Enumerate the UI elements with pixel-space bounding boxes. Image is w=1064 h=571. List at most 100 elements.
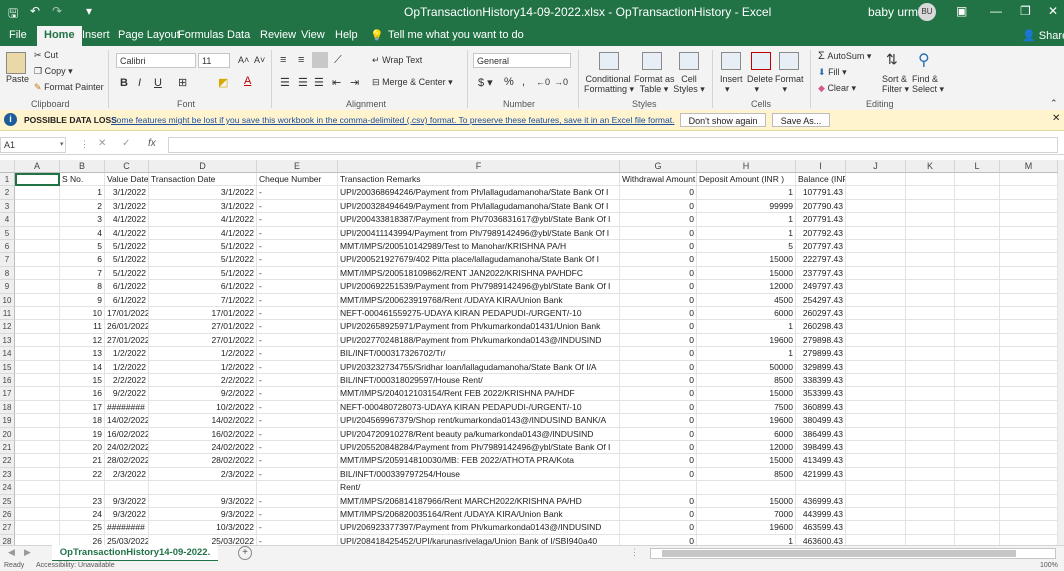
comma-icon[interactable]: ,: [522, 76, 525, 88]
table-cell[interactable]: 16/02/2022: [105, 427, 149, 441]
table-cell[interactable]: [955, 387, 1000, 401]
table-cell[interactable]: 0: [620, 374, 697, 388]
table-cell[interactable]: [846, 320, 906, 334]
tab-formulas[interactable]: Formulas: [178, 29, 224, 41]
table-cell[interactable]: -: [257, 360, 338, 374]
table-cell[interactable]: -: [257, 508, 338, 522]
table-cell[interactable]: [796, 481, 846, 495]
table-cell[interactable]: 15000: [697, 454, 796, 468]
row-header[interactable]: 22: [0, 454, 15, 468]
table-cell[interactable]: [955, 320, 1000, 334]
redo-icon[interactable]: ↷: [52, 4, 62, 18]
table-cell[interactable]: 5/1/2022: [149, 253, 257, 267]
table-cell[interactable]: [906, 240, 955, 254]
table-cell[interactable]: [15, 508, 60, 522]
fill-color-icon[interactable]: ◩: [218, 76, 228, 89]
table-cell[interactable]: 421999.43: [796, 467, 846, 482]
table-cell[interactable]: [906, 186, 955, 200]
table-cell[interactable]: [906, 266, 955, 281]
table-cell[interactable]: [1000, 199, 1058, 214]
table-cell[interactable]: 1: [60, 186, 105, 200]
column-header-l[interactable]: L: [955, 160, 1000, 173]
table-cell[interactable]: [15, 280, 60, 294]
tab-data[interactable]: Data: [227, 29, 250, 41]
table-cell[interactable]: 3: [60, 213, 105, 227]
table-cell[interactable]: [1000, 427, 1058, 441]
table-cell[interactable]: 27/01/2022: [149, 320, 257, 334]
table-cell[interactable]: [1000, 521, 1058, 535]
table-cell[interactable]: [846, 387, 906, 401]
table-cell[interactable]: UPI/200692251539/Payment from Ph/7989142…: [338, 280, 620, 294]
table-cell[interactable]: [906, 441, 955, 455]
table-cell[interactable]: [1000, 240, 1058, 254]
table-cell[interactable]: [846, 467, 906, 482]
table-cell[interactable]: 10: [60, 307, 105, 321]
table-cell[interactable]: [846, 521, 906, 535]
table-cell[interactable]: UPI/202770248188/Payment from Ph/kumarko…: [338, 333, 620, 348]
table-cell[interactable]: [955, 467, 1000, 482]
undo-icon[interactable]: ↶: [30, 4, 40, 18]
table-cell[interactable]: UPI/200328494649/Payment from Ph/lallagu…: [338, 199, 620, 214]
table-cell[interactable]: -: [257, 414, 338, 428]
table-cell[interactable]: 19600: [697, 521, 796, 535]
table-cell[interactable]: [15, 240, 60, 254]
increase-indent-icon[interactable]: ⇥: [350, 76, 359, 89]
table-cell[interactable]: [846, 374, 906, 388]
table-cell[interactable]: [846, 427, 906, 441]
table-cell[interactable]: [846, 226, 906, 240]
table-cell[interactable]: 8500: [697, 374, 796, 388]
table-cell[interactable]: [846, 293, 906, 307]
insert-function-icon[interactable]: fx: [148, 138, 156, 149]
cancel-entry-icon[interactable]: ✕: [98, 138, 106, 149]
table-cell[interactable]: [15, 494, 60, 508]
table-cell[interactable]: [955, 347, 1000, 361]
table-cell[interactable]: 2/2/2022: [149, 374, 257, 388]
table-cell[interactable]: [906, 521, 955, 535]
table-cell[interactable]: [15, 467, 60, 482]
table-cell[interactable]: [1000, 266, 1058, 281]
table-cell[interactable]: 0: [620, 266, 697, 281]
table-cell[interactable]: 50000: [697, 360, 796, 374]
table-cell[interactable]: MMT/IMPS/200518109862/RENT JAN2022/KRISH…: [338, 266, 620, 281]
table-cell[interactable]: -: [257, 293, 338, 307]
table-cell[interactable]: UPI/200521927679/402 Pitta place/lallagu…: [338, 253, 620, 267]
table-cell[interactable]: [846, 494, 906, 508]
table-cell[interactable]: [955, 253, 1000, 267]
table-cell[interactable]: [1000, 481, 1058, 495]
table-cell[interactable]: 0: [620, 333, 697, 348]
table-cell[interactable]: 1: [697, 186, 796, 200]
table-cell[interactable]: 1: [697, 226, 796, 240]
table-cell[interactable]: 5: [60, 240, 105, 254]
table-cell[interactable]: 222797.43: [796, 253, 846, 267]
header-cell[interactable]: Deposit Amount (INR ): [697, 173, 796, 187]
decrease-decimal-icon[interactable]: →0: [554, 77, 568, 87]
table-cell[interactable]: [257, 481, 338, 495]
table-cell[interactable]: -: [257, 374, 338, 388]
row-header[interactable]: 11: [0, 307, 15, 321]
table-cell[interactable]: 0: [620, 280, 697, 294]
next-sheet-icon[interactable]: ▶: [24, 547, 31, 558]
table-cell[interactable]: [1000, 534, 1058, 545]
table-cell[interactable]: 0: [620, 320, 697, 334]
table-cell[interactable]: MMT/IMPS/200510142989/Test to Manohar/KR…: [338, 240, 620, 254]
row-header[interactable]: 16: [0, 374, 15, 388]
table-cell[interactable]: 207797.43: [796, 240, 846, 254]
align-left-icon[interactable]: ☰: [280, 76, 290, 89]
row-header[interactable]: 1: [0, 173, 15, 187]
table-cell[interactable]: -: [257, 521, 338, 535]
table-cell[interactable]: 0: [620, 508, 697, 522]
table-cell[interactable]: 16: [60, 387, 105, 401]
table-cell[interactable]: 360899.43: [796, 400, 846, 415]
table-cell[interactable]: [846, 414, 906, 428]
table-cell[interactable]: 1: [697, 347, 796, 361]
table-cell[interactable]: 207792.43: [796, 226, 846, 240]
table-cell[interactable]: MMT/IMPS/205914810030/MB: FEB 2022/ATHOT…: [338, 454, 620, 468]
table-cell[interactable]: 260297.43: [796, 307, 846, 321]
table-cell[interactable]: [906, 307, 955, 321]
align-middle-icon[interactable]: ≡: [298, 54, 304, 66]
table-cell[interactable]: MMT/IMPS/206820035164/Rent /UDAYA KIRA/U…: [338, 508, 620, 522]
prev-sheet-icon[interactable]: ◀: [8, 547, 15, 558]
table-cell[interactable]: -: [257, 427, 338, 441]
table-cell[interactable]: 15000: [697, 266, 796, 281]
table-cell[interactable]: 463599.43: [796, 521, 846, 535]
